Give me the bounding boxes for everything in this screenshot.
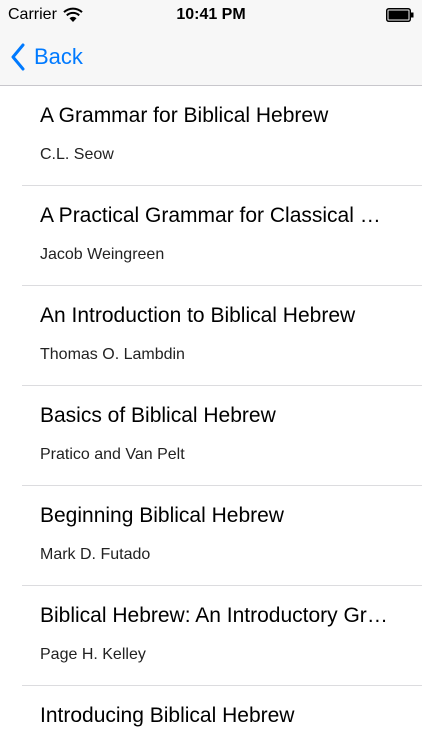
book-title: A Grammar for Biblical Hebrew xyxy=(40,104,329,127)
book-author: C.L. Seow xyxy=(40,146,114,163)
book-title: Basics of Biblical Hebrew xyxy=(40,404,276,427)
back-button[interactable]: Back xyxy=(10,40,83,74)
book-title: An Introduction to Biblical Hebrew xyxy=(40,304,356,327)
list-item[interactable]: Basics of Biblical Hebrew Pratico and Va… xyxy=(22,386,422,486)
book-title: Introducing Biblical Hebrew xyxy=(40,704,295,727)
list-item[interactable]: A Grammar for Biblical Hebrew C.L. Seow xyxy=(22,86,422,186)
list-item[interactable]: Introducing Biblical Hebrew xyxy=(22,686,422,750)
list-item[interactable]: An Introduction to Biblical Hebrew Thoma… xyxy=(22,286,422,386)
battery-icon xyxy=(386,8,414,22)
book-author: Pratico and Van Pelt xyxy=(40,446,185,463)
back-label: Back xyxy=(34,44,83,69)
screen: Carrier 10:41 PM Back A Grammar for Bibl… xyxy=(0,0,422,750)
status-bar: Carrier 10:41 PM xyxy=(0,0,422,30)
book-author: Jacob Weingreen xyxy=(40,246,165,263)
list-item[interactable]: Beginning Biblical Hebrew Mark D. Futado xyxy=(22,486,422,586)
book-author: Thomas O. Lambdin xyxy=(40,346,185,363)
status-time: 10:41 PM xyxy=(176,6,246,23)
book-title: Beginning Biblical Hebrew xyxy=(40,504,284,527)
book-title: Biblical Hebrew: An Introductory Grammar xyxy=(40,604,394,627)
chevron-left-icon xyxy=(11,43,25,71)
book-title: A Practical Grammar for Classical Hebrew xyxy=(40,204,394,227)
list-item[interactable]: A Practical Grammar for Classical Hebrew… xyxy=(22,186,422,286)
navigation-bar: Back xyxy=(0,30,422,86)
book-list: A Grammar for Biblical Hebrew C.L. Seow … xyxy=(0,86,422,750)
list-item[interactable]: Biblical Hebrew: An Introductory Grammar… xyxy=(22,586,422,686)
book-author: Page H. Kelley xyxy=(40,646,146,663)
book-author: Mark D. Futado xyxy=(40,546,151,563)
